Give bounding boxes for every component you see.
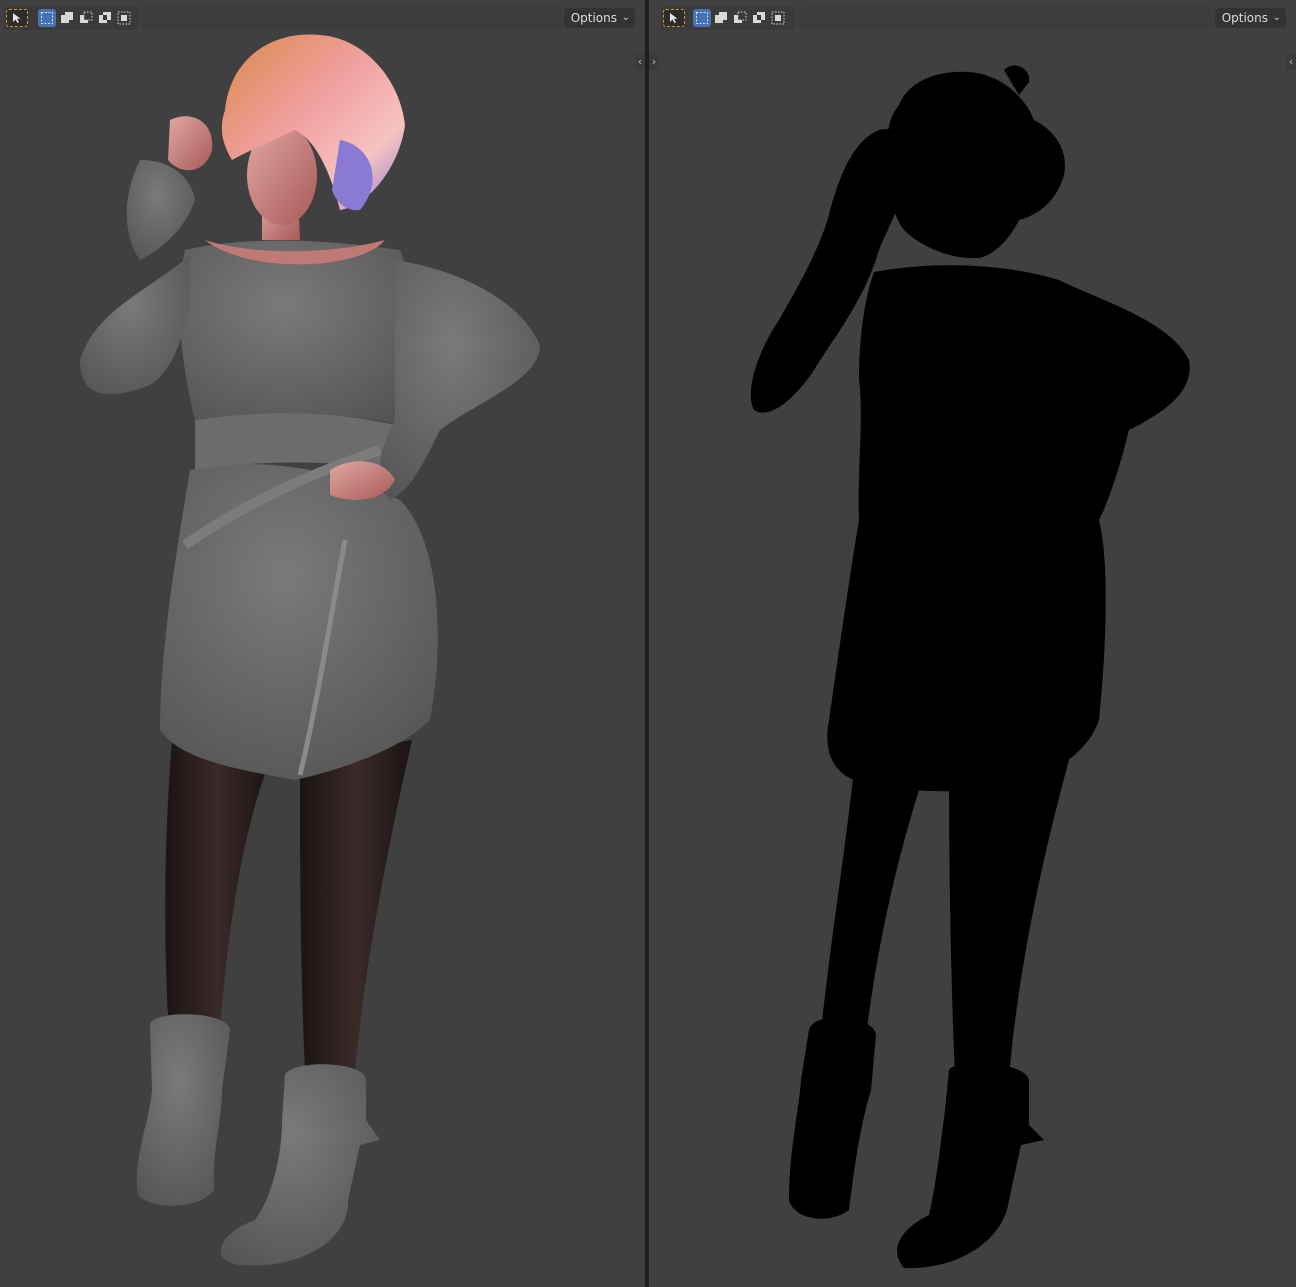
app-window: Options ⌄ ‹ Options ⌄ › ‹ [0,0,1296,1287]
viewport-left[interactable]: Options ⌄ ‹ [0,0,645,1287]
shaded-character-render [80,34,540,1266]
viewport-right[interactable]: Options ⌄ › ‹ [649,0,1296,1287]
character-silhouette [750,65,1190,1269]
